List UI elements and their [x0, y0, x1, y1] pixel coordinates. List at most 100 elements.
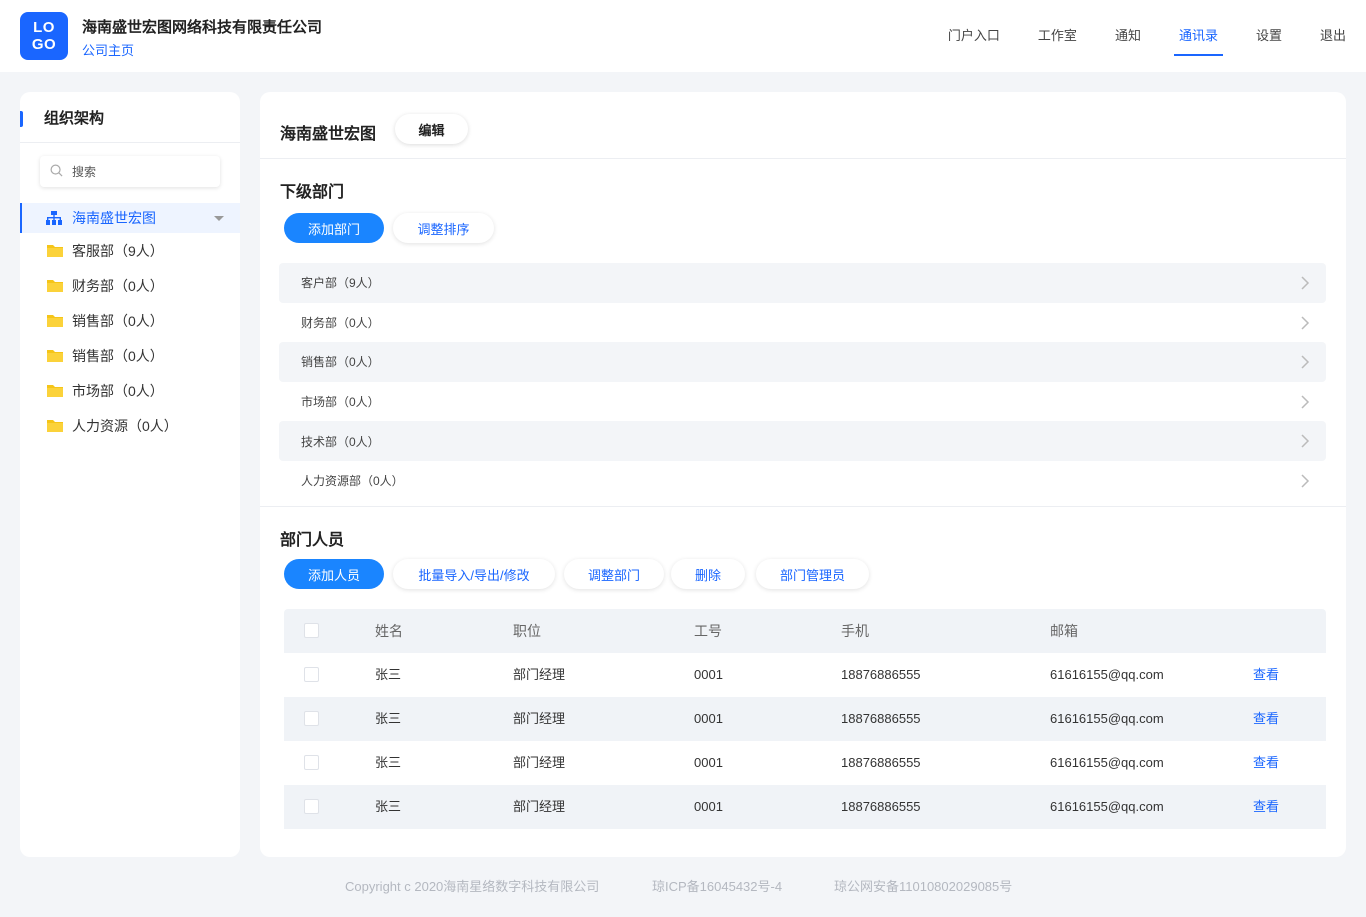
caret-down-icon[interactable] [214, 216, 224, 221]
search-icon [50, 164, 63, 177]
nav-contacts[interactable]: 通讯录 [1173, 0, 1223, 72]
add-member-button[interactable]: 添加人员 [284, 559, 384, 589]
nav-settings[interactable]: 设置 [1256, 0, 1282, 72]
list-item[interactable]: 财务部（0人） [279, 303, 1326, 343]
dept-label: 财务部（0人） [301, 315, 380, 330]
cell-email: 61616155@qq.com [1050, 755, 1164, 770]
search-box [40, 156, 220, 187]
view-link[interactable]: 查看 [1253, 697, 1279, 741]
chevron-right-icon [1301, 434, 1310, 448]
members-title: 部门人员 [280, 532, 345, 549]
list-item[interactable]: 技术部（0人） [279, 421, 1326, 461]
logo-text-line2: GO [31, 36, 57, 53]
logo[interactable]: LO GO [20, 12, 68, 60]
row-checkbox[interactable] [304, 667, 319, 682]
dept-label: 市场部（0人） [301, 395, 380, 410]
company-home-link[interactable]: 公司主页 [82, 40, 134, 59]
section-divider [260, 506, 1346, 507]
col-position: 职位 [513, 623, 541, 639]
cell-phone: 18876886555 [841, 799, 921, 814]
dept-label: 技术部（0人） [301, 434, 380, 449]
tree-item[interactable]: 销售部（0人） [20, 303, 240, 338]
col-id: 工号 [694, 623, 722, 639]
cell-position: 部门经理 [513, 711, 566, 726]
dept-label: 人力资源部（0人） [301, 474, 404, 489]
row-checkbox[interactable] [304, 799, 319, 814]
chevron-right-icon [1301, 355, 1310, 369]
cell-id: 0001 [694, 711, 723, 726]
batch-import-button[interactable]: 批量导入/导出/修改 [393, 559, 555, 589]
col-phone: 手机 [841, 623, 869, 639]
change-dept-button[interactable]: 调整部门 [564, 559, 664, 589]
table-row: 张三 部门经理 0001 18876886555 61616155@qq.com… [284, 653, 1326, 697]
members-table: 姓名 职位 工号 手机 邮箱 张三 部门经理 0001 18876886555 … [284, 609, 1326, 829]
footer-police[interactable]: 琼公网安备11010802029085号 [834, 876, 1012, 895]
table-row: 张三 部门经理 0001 18876886555 61616155@qq.com… [284, 741, 1326, 785]
footer-icp[interactable]: 琼ICP备16045432号-4 [652, 876, 782, 895]
chevron-right-icon [1301, 395, 1310, 409]
org-sidebar: 组织架构 海南盛世宏图 客服部（9人） [20, 92, 240, 857]
tree-item[interactable]: 市场部（0人） [20, 373, 240, 408]
top-nav: 门户入口 工作室 通知 通讯录 设置 退出 [910, 0, 1346, 72]
nav-logout[interactable]: 退出 [1320, 0, 1346, 72]
footer-copyright: Copyright c 2020海南星络数字科技有限公司 [345, 879, 600, 894]
nav-studio[interactable]: 工作室 [1038, 0, 1077, 72]
cell-name: 张三 [375, 799, 402, 814]
dept-list: 客户部（9人） 财务部（0人） 销售部（0人） 市场部（0人） 技术部（0人） … [279, 263, 1326, 501]
edit-button[interactable]: 编辑 [395, 114, 468, 144]
main-panel: 海南盛世宏图 编辑 下级部门 添加部门 调整排序 客户部（9人） 财务部（0人）… [260, 92, 1346, 857]
tree-item[interactable]: 销售部（0人） [20, 338, 240, 373]
tree-root-item[interactable]: 海南盛世宏图 [20, 203, 240, 233]
tree-item-label: 市场部（0人） [72, 382, 164, 399]
page-title: 海南盛世宏图 [280, 126, 377, 143]
dept-admin-button[interactable]: 部门管理员 [756, 559, 869, 589]
col-name: 姓名 [375, 623, 403, 639]
tree-item-label: 财务部（0人） [72, 277, 164, 294]
tree-item-label: 销售部（0人） [72, 347, 164, 364]
folder-icon [47, 280, 63, 292]
delete-button[interactable]: 删除 [671, 559, 745, 589]
search-input[interactable] [72, 156, 212, 187]
row-checkbox[interactable] [304, 711, 319, 726]
sort-button[interactable]: 调整排序 [393, 213, 494, 243]
row-checkbox[interactable] [304, 755, 319, 770]
cell-id: 0001 [694, 799, 723, 814]
cell-name: 张三 [375, 755, 402, 770]
cell-id: 0001 [694, 755, 723, 770]
view-link[interactable]: 查看 [1253, 785, 1279, 829]
folder-icon [47, 315, 63, 327]
tree-item-label: 客服部（9人） [72, 242, 164, 259]
dept-label: 销售部（0人） [301, 355, 380, 370]
tree-item[interactable]: 客服部（9人） [20, 233, 240, 268]
tree-item-label: 销售部（0人） [72, 312, 164, 329]
folder-icon [47, 350, 63, 362]
cell-email: 61616155@qq.com [1050, 711, 1164, 726]
sidebar-title: 组织架构 [20, 92, 240, 143]
chevron-right-icon [1301, 316, 1310, 330]
nav-notice[interactable]: 通知 [1115, 0, 1141, 72]
cell-email: 61616155@qq.com [1050, 667, 1164, 682]
folder-icon [47, 385, 63, 397]
chevron-right-icon [1301, 276, 1310, 290]
cell-phone: 18876886555 [841, 667, 921, 682]
list-item[interactable]: 人力资源部（0人） [279, 461, 1326, 501]
list-item[interactable]: 客户部（9人） [279, 263, 1326, 303]
select-all-checkbox[interactable] [304, 623, 319, 638]
nav-portal[interactable]: 门户入口 [948, 0, 1000, 72]
main-header: 海南盛世宏图 编辑 [260, 92, 1346, 159]
view-link[interactable]: 查看 [1253, 741, 1279, 785]
cell-phone: 18876886555 [841, 711, 921, 726]
add-dept-button[interactable]: 添加部门 [284, 213, 384, 243]
list-item[interactable]: 销售部（0人） [279, 342, 1326, 382]
cell-position: 部门经理 [513, 799, 566, 814]
org-tree: 海南盛世宏图 客服部（9人） 财务部（0人） 销售部（0人） 销售部（0人） 市… [20, 203, 240, 443]
sub-dept-title: 下级部门 [280, 184, 345, 201]
tree-item[interactable]: 财务部（0人） [20, 268, 240, 303]
cell-name: 张三 [375, 667, 402, 682]
list-item[interactable]: 市场部（0人） [279, 382, 1326, 422]
cell-position: 部门经理 [513, 667, 566, 682]
view-link[interactable]: 查看 [1253, 653, 1279, 697]
table-row: 张三 部门经理 0001 18876886555 61616155@qq.com… [284, 785, 1326, 829]
tree-item[interactable]: 人力资源（0人） [20, 408, 240, 443]
cell-name: 张三 [375, 711, 402, 726]
